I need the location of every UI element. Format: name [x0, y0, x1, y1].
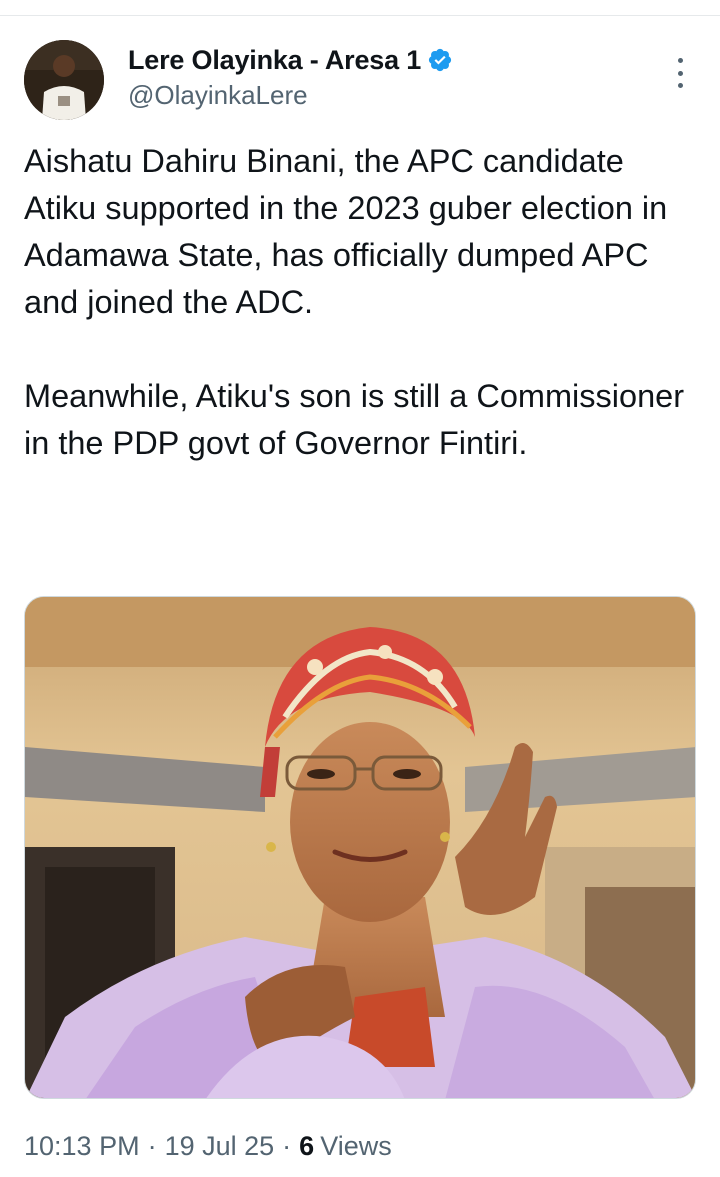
photo-woman-in-lilac-veil [25, 597, 695, 1098]
author-name[interactable]: Lere Olayinka - Aresa 1 [128, 45, 421, 76]
more-dot-icon [677, 58, 683, 63]
tweet-time[interactable]: 10:13 PM [24, 1131, 140, 1162]
tweet-text: Aishatu Dahiru Binani, the APC candidate… [24, 143, 685, 461]
tweet-date[interactable]: 19 Jul 25 [165, 1131, 275, 1162]
more-options-button[interactable] [665, 56, 695, 90]
views-label: Views [320, 1130, 392, 1161]
meta-separator: · [147, 1130, 157, 1161]
verified-badge-icon [428, 48, 452, 72]
author-name-row: Lere Olayinka - Aresa 1 [128, 42, 453, 78]
more-dot-icon [677, 83, 683, 88]
more-dot-icon [677, 70, 683, 76]
top-divider [0, 15, 720, 16]
avatar[interactable] [24, 40, 104, 120]
meta-separator: · [282, 1130, 292, 1161]
avatar-photo [24, 40, 104, 120]
tweet-media-image[interactable] [24, 596, 696, 1099]
tweet-meta: 10:13 PM · 19 Jul 25 · 6 Views [24, 1124, 392, 1168]
views-count: 6 [299, 1130, 315, 1161]
author-handle[interactable]: @OlayinkaLere [128, 80, 308, 111]
